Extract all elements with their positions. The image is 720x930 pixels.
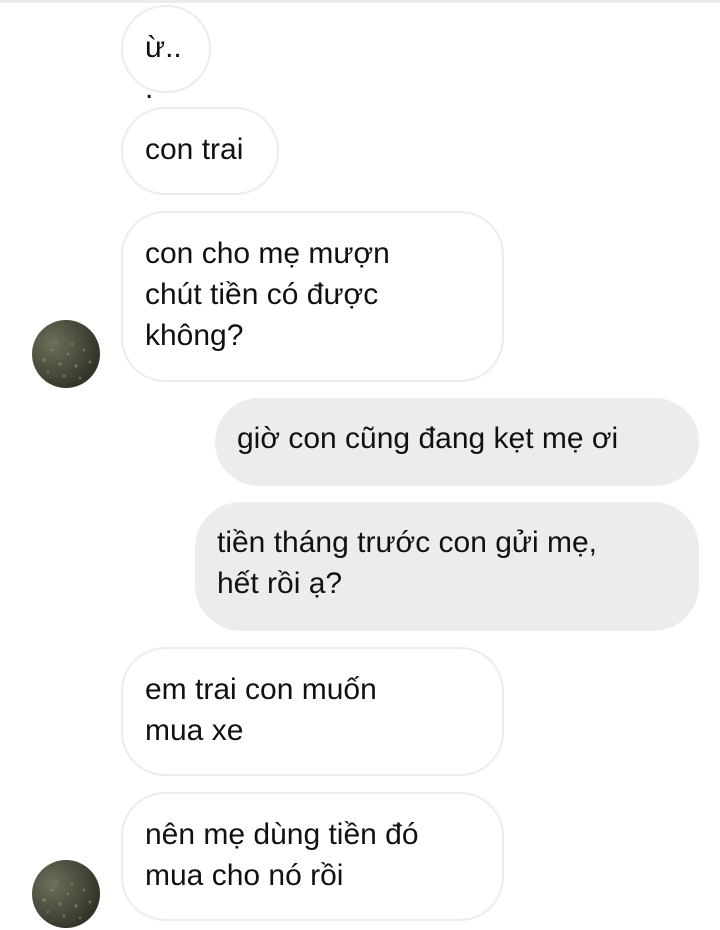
received-message-bubble[interactable]: con trai (121, 107, 279, 195)
received-message-bubble[interactable]: nên mẹ dùng tiền đó mua cho nó rồi (121, 792, 504, 921)
top-divider (0, 0, 720, 3)
contact-avatar[interactable] (32, 320, 100, 388)
received-message-bubble[interactable]: con cho mẹ mượn chút tiền có được không? (121, 211, 504, 382)
sent-message-bubble[interactable]: tiền tháng trước con gửi mẹ, hết rồi ạ? (195, 502, 699, 631)
received-message-bubble[interactable]: em trai con muốn mua xe (121, 647, 504, 776)
contact-avatar[interactable] (32, 860, 100, 928)
sent-message-bubble[interactable]: giờ con cũng đang kẹt mẹ ơi (215, 398, 699, 486)
avatar-photo-icon (42, 340, 92, 380)
received-message-bubble[interactable]: ừ... (121, 5, 211, 105)
avatar-photo-icon (42, 880, 92, 920)
